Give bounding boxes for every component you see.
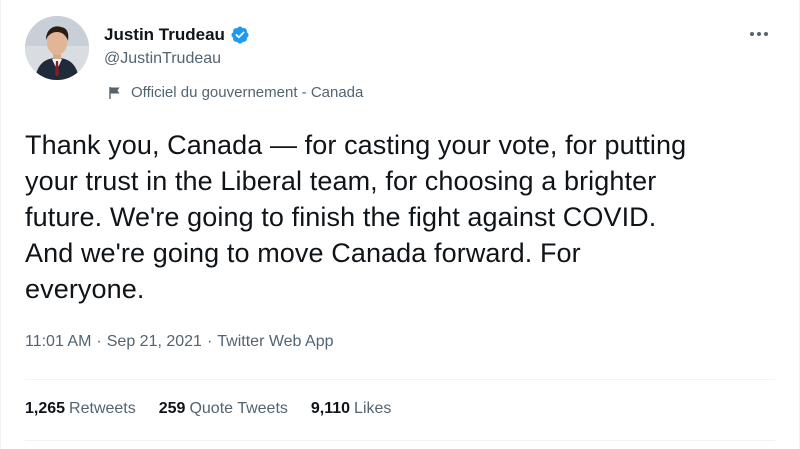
retweets-label: Retweets [69, 400, 136, 417]
more-options-button[interactable] [745, 22, 773, 46]
profile-photo [25, 16, 89, 80]
tweet-date[interactable]: Sep 21, 2021 [107, 333, 202, 351]
tweet-card: Justin Trudeau @JustinTrudeau Officiel d… [0, 0, 800, 449]
retweets-count: 1,265 [25, 400, 66, 417]
tweet-text: Thank you, Canada — for casting your vot… [25, 130, 687, 304]
verified-badge-icon [230, 25, 250, 45]
more-horizontal-icon [750, 32, 768, 36]
avatar[interactable] [25, 16, 89, 80]
tweet-source[interactable]: Twitter Web App [217, 333, 333, 351]
author-name-row[interactable]: Justin Trudeau [104, 24, 250, 46]
government-label-text: Officiel du gouvernement - Canada [131, 84, 364, 101]
engagement-stats: 1,265 Retweets 259 Quote Tweets 9,110 Li… [25, 400, 414, 418]
flag-icon [108, 86, 122, 100]
bottom-divider [25, 440, 775, 441]
author-info: Justin Trudeau @JustinTrudeau [104, 24, 250, 68]
meta-separator-2: · [206, 333, 213, 350]
meta-separator: · [96, 333, 102, 350]
tweet-time[interactable]: 11:01 AM [25, 333, 91, 351]
likes-label: Likes [354, 400, 392, 417]
author-handle[interactable]: @JustinTrudeau [104, 50, 250, 68]
quote-tweets-count: 259 [158, 400, 186, 417]
quote-tweets-label: Quote Tweets [189, 400, 288, 417]
likes-count: 9,110 [310, 400, 351, 417]
quote-tweets-stat[interactable]: 259 Quote Tweets [159, 400, 288, 418]
divider [25, 379, 775, 380]
likes-stat[interactable]: 9,110 Likes [311, 400, 392, 418]
retweets-stat[interactable]: 1,265 Retweets [25, 400, 136, 418]
government-label[interactable]: Officiel du gouvernement - Canada [108, 84, 363, 101]
author-display-name[interactable]: Justin Trudeau [104, 25, 225, 45]
tweet-metadata: 11:01 AM · Sep 21, 2021 · Twitter Web Ap… [25, 333, 333, 351]
